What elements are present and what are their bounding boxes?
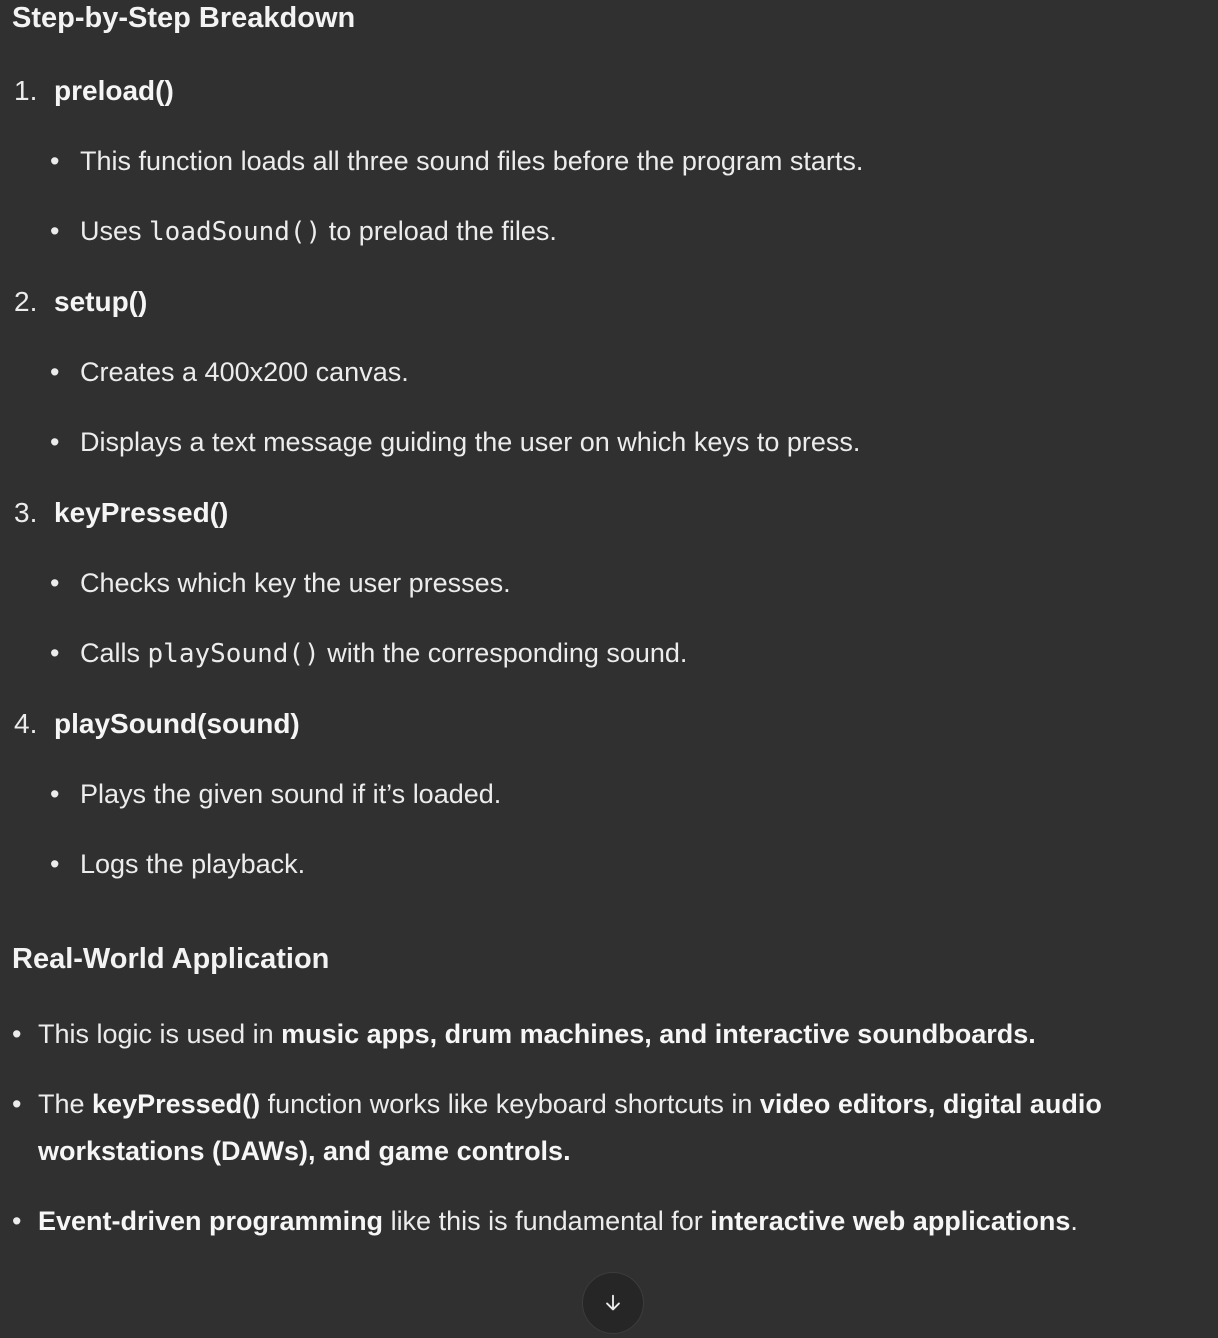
- step-number: 4.: [14, 708, 38, 739]
- step-function-name: keyPressed(): [54, 497, 229, 528]
- application-item: • Event-driven programming like this is …: [12, 1198, 1132, 1245]
- step-item: 3. keyPressed(): [14, 497, 228, 529]
- bullet-text: Plays the given sound if it’s loaded.: [80, 779, 502, 809]
- section-heading-application: Real-World Application: [12, 943, 330, 975]
- step-bullet: • Displays a text message guiding the use…: [48, 427, 860, 458]
- item-text: function works like keyboard shortcuts i…: [260, 1089, 760, 1119]
- bullet-dot: •: [50, 638, 60, 668]
- bullet-dot: •: [12, 1019, 22, 1049]
- bullet-text: Creates a 400x200 canvas.: [80, 357, 409, 387]
- item-text: like this is fundamental for: [383, 1206, 711, 1236]
- bullet-text: to preload the files.: [321, 216, 557, 246]
- step-function-name: preload(): [54, 75, 174, 106]
- step-number: 2.: [14, 286, 38, 317]
- application-item: • The keyPressed() function works like k…: [12, 1081, 1132, 1175]
- bullet-text: Calls: [80, 638, 148, 668]
- step-bullet: • Logs the playback.: [48, 849, 305, 880]
- item-bold-text: interactive web applications: [710, 1206, 1071, 1236]
- step-function-name: setup(): [54, 286, 148, 317]
- step-function-name: playSound(sound): [54, 708, 300, 739]
- step-bullet: • Creates a 400x200 canvas.: [48, 357, 409, 388]
- item-bold-text: Event-driven programming: [38, 1206, 384, 1236]
- section-heading-breakdown: Step-by-Step Breakdown: [12, 2, 356, 34]
- step-bullet: • Calls playSound() with the correspondin…: [48, 638, 687, 669]
- bullet-dot: •: [50, 568, 60, 598]
- arrow-down-icon: [606, 1294, 620, 1311]
- step-item: 2. setup(): [14, 286, 147, 318]
- bullet-dot: •: [50, 427, 60, 457]
- bullet-text: Displays a text message guiding the user…: [80, 427, 861, 457]
- step-bullet: • This function loads all three sound fil…: [48, 146, 863, 177]
- bullet-text: Checks which key the user presses.: [80, 568, 511, 598]
- bullet-dot: •: [50, 849, 60, 879]
- bullet-dot: •: [12, 1089, 22, 1119]
- bullet-text: This function loads all three sound file…: [80, 146, 864, 176]
- step-item: 1. preload(): [14, 75, 174, 107]
- step-bullet: • Checks which key the user presses.: [48, 568, 511, 599]
- step-bullet: • Uses loadSound() to preload the files.: [48, 216, 557, 247]
- application-item: • This logic is used in music apps, drum…: [12, 1011, 1132, 1058]
- step-number: 1.: [14, 75, 38, 106]
- bullet-text: with the corresponding sound.: [319, 638, 688, 668]
- item-text: This logic is used in: [38, 1019, 282, 1049]
- bullet-text: Uses: [80, 216, 150, 246]
- step-bullet: • Plays the given sound if it’s loaded.: [48, 779, 501, 810]
- bullet-dot: •: [50, 216, 60, 246]
- inline-code: playSound(): [147, 639, 320, 669]
- item-bold-text: music apps, drum machines, and interacti…: [281, 1019, 1036, 1049]
- bullet-text: Logs the playback.: [80, 849, 306, 879]
- item-bold-text: keyPressed(): [92, 1089, 261, 1119]
- step-number: 3.: [14, 497, 38, 528]
- bullet-dot: •: [50, 779, 60, 809]
- bullet-dot: •: [12, 1206, 22, 1236]
- scroll-to-bottom-button[interactable]: [582, 1272, 644, 1334]
- step-item: 4. playSound(sound): [14, 708, 300, 740]
- item-text: The: [38, 1089, 93, 1119]
- bullet-dot: •: [50, 146, 60, 176]
- item-text: .: [1070, 1206, 1078, 1236]
- bullet-dot: •: [50, 357, 60, 387]
- inline-code: loadSound(): [149, 217, 322, 247]
